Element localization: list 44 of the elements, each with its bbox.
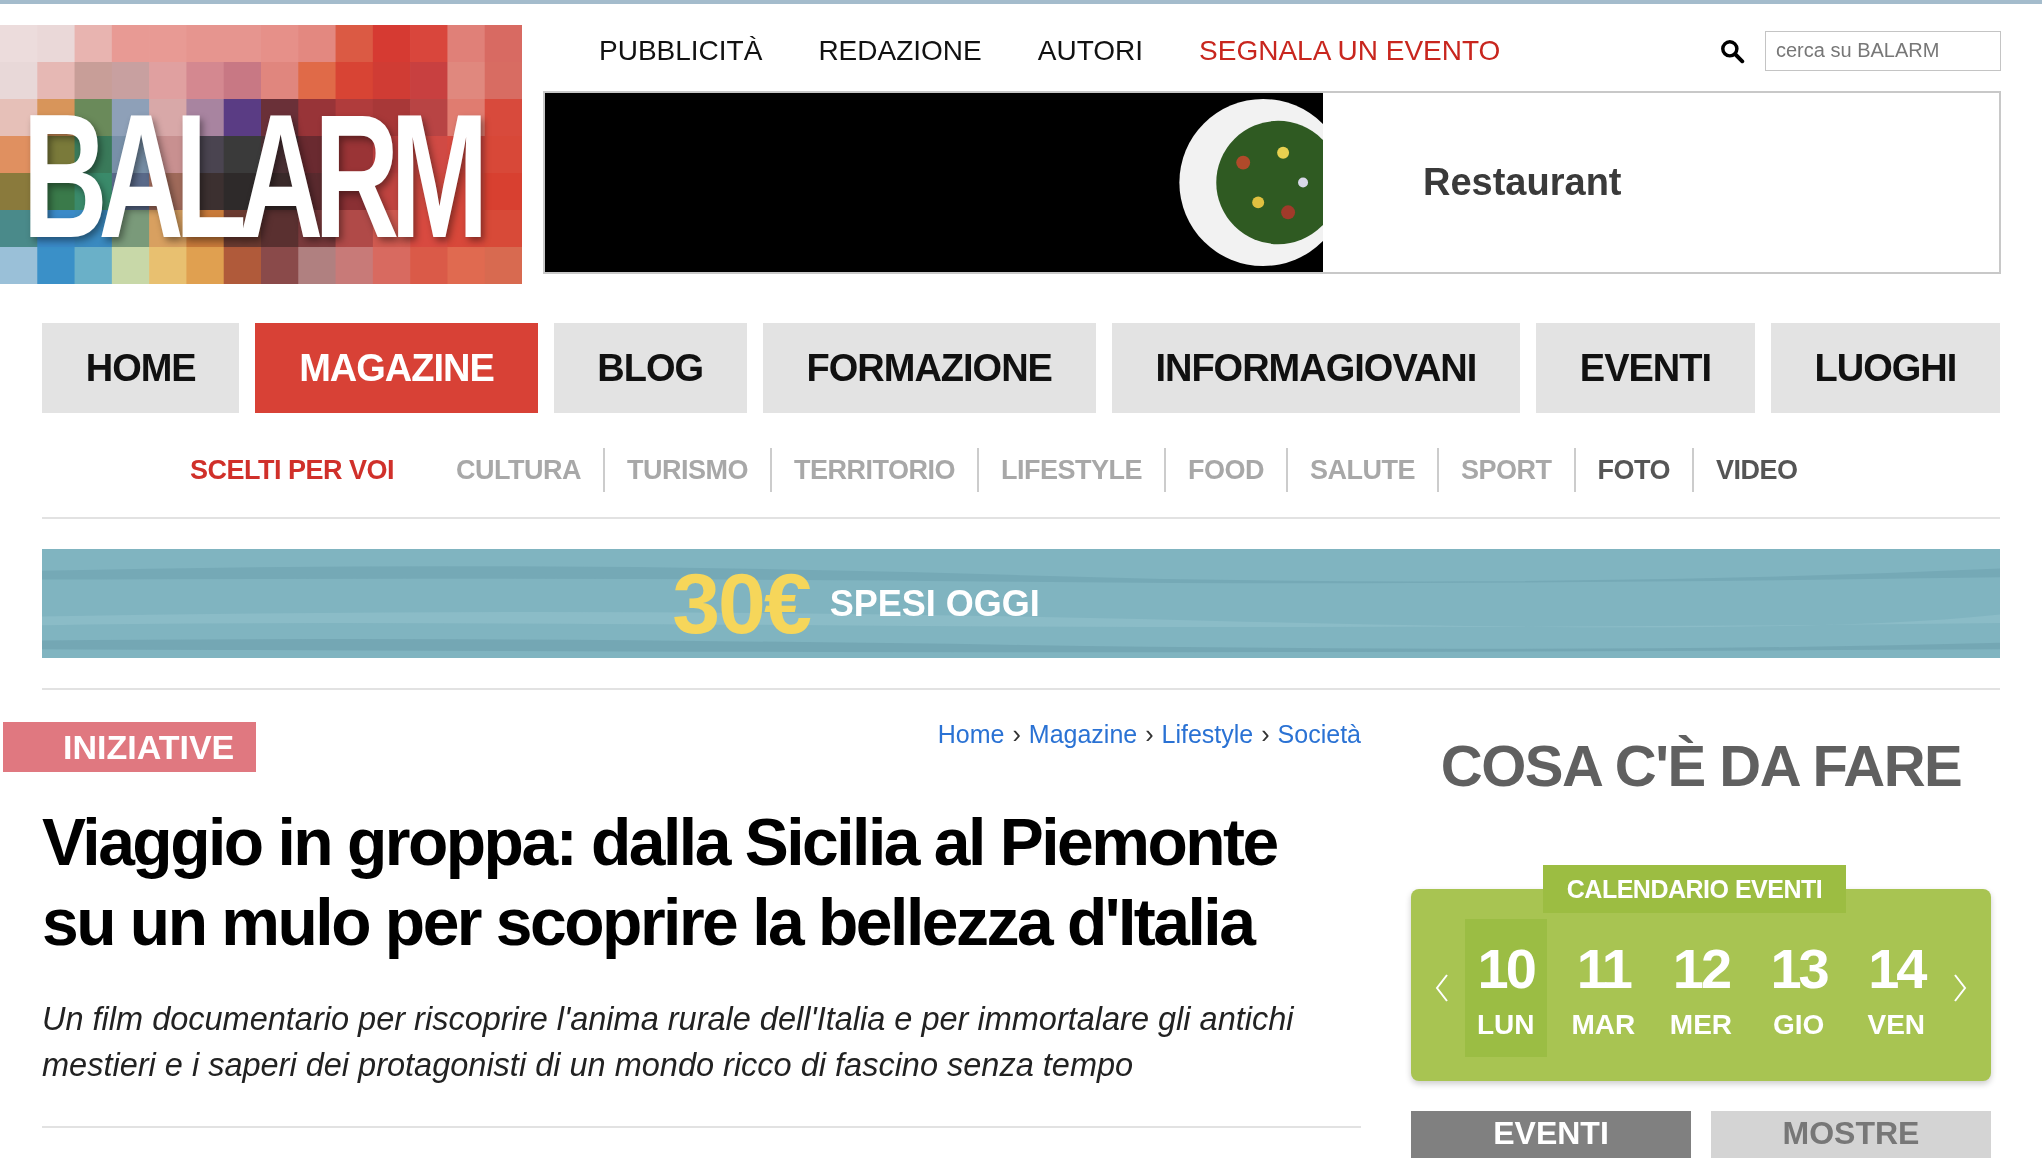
breadcrumb-separator: ›: [1012, 720, 1021, 749]
breadcrumb-link[interactable]: Home: [937, 720, 1005, 749]
section-link[interactable]: FOTO: [1573, 448, 1693, 492]
top-nav-link[interactable]: AUTORI: [1037, 34, 1144, 67]
promo-caption: SPESI OGGI: [829, 582, 1040, 625]
section-link[interactable]: SPORT: [1437, 448, 1574, 492]
main-nav-tab[interactable]: INFORMAGIOVANI: [1111, 323, 1521, 413]
article-title: Viaggio in groppa: dalla Sicilia al Piemonte su un mulo per scoprire la bellezza d'Italia: [42, 804, 1278, 961]
promo-amount: 30€: [672, 554, 810, 653]
main-nav-tab[interactable]: LUOGHI: [1770, 323, 2001, 413]
main-nav-tab[interactable]: HOME: [42, 323, 240, 413]
main-nav-tab[interactable]: BLOG: [553, 323, 747, 413]
sidebar-tab[interactable]: MOSTRE: [1711, 1111, 1991, 1158]
section-link[interactable]: LIFESTYLE: [977, 448, 1165, 492]
search-icon[interactable]: [1719, 37, 1745, 64]
top-nav-link[interactable]: PUBBLICITÀ: [599, 34, 763, 67]
breadcrumb-link[interactable]: Società: [1277, 720, 1361, 749]
breadcrumb-separator: ›: [1145, 720, 1154, 749]
section-heading: COSA C'È DA FARE: [1439, 732, 1963, 799]
main-nav-tab[interactable]: FORMAZIONE: [762, 323, 1096, 413]
ad-banner[interactable]: Restaurant: [543, 91, 2001, 274]
site-logo[interactable]: BALARM: [0, 25, 522, 284]
article-subtitle: Un film documentario per riscoprire l'anima rurale dell'Italia e per immortalare gli antichi mestieri e i saperi dei protagonisti di un mondo ricco di fascino senza tempo: [42, 1000, 1295, 1085]
breadcrumb-separator: ›: [1261, 720, 1270, 749]
breadcrumb-link[interactable]: Magazine: [1028, 720, 1138, 749]
section-link[interactable]: VIDEO: [1692, 448, 1820, 492]
top-nav-link[interactable]: REDAZIONE: [818, 34, 982, 67]
sidebar-tab[interactable]: EVENTI: [1411, 1111, 1691, 1158]
chevron-right-icon[interactable]: [1952, 973, 1967, 1003]
section-link[interactable]: TURISMO: [603, 448, 770, 492]
chevron-left-icon[interactable]: [1435, 973, 1449, 1003]
section-link[interactable]: TERRITORIO: [770, 448, 978, 492]
ad-text: Restaurant: [1423, 161, 1622, 204]
main-nav-tab[interactable]: EVENTI: [1536, 323, 1755, 413]
section-link[interactable]: FOOD: [1164, 448, 1287, 492]
section-link[interactable]: SCELTI PER VOI: [190, 448, 417, 492]
top-nav-link[interactable]: SEGNALA UN EVENTO: [1199, 34, 1501, 67]
section-link[interactable]: SALUTE: [1286, 448, 1438, 492]
breadcrumb-link[interactable]: Lifestyle: [1161, 720, 1254, 749]
section-link[interactable]: CULTURA: [434, 448, 603, 492]
category-tag[interactable]: INIZIATIVE: [3, 722, 257, 772]
main-nav-tab[interactable]: MAGAZINE: [255, 323, 538, 413]
search-field[interactable]: cerca su BALARM: [1765, 30, 2001, 71]
calendar-title: CALENDARIO EVENTI: [1543, 865, 1846, 913]
